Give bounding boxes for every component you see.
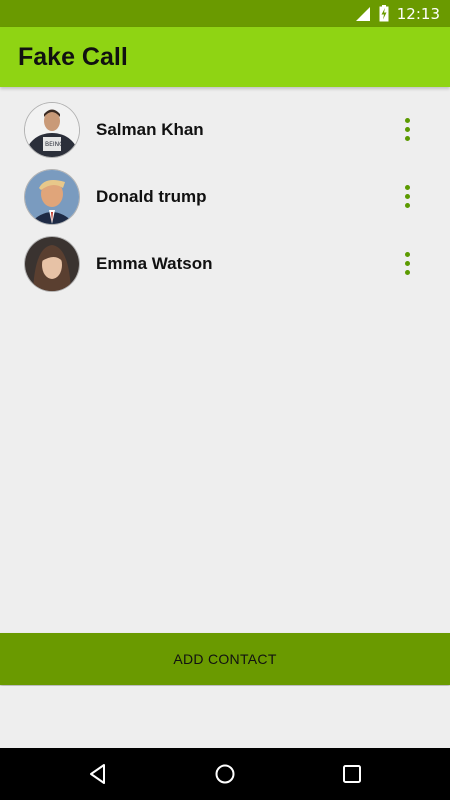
- signal-icon: [355, 6, 370, 21]
- add-contact-button[interactable]: ADD CONTACT: [0, 633, 450, 685]
- avatar: [25, 236, 79, 291]
- avatar: [25, 169, 79, 224]
- more-options-icon[interactable]: [396, 249, 418, 279]
- recents-icon[interactable]: [340, 762, 364, 786]
- add-contact-label: ADD CONTACT: [173, 651, 277, 667]
- svg-text:BEING: BEING: [45, 141, 64, 148]
- app-bar: Fake Call: [0, 27, 450, 87]
- contact-list: BEING Salman Khan Donald trump Emma Wats…: [0, 96, 450, 297]
- status-time: 12:13: [396, 4, 440, 23]
- contact-name: Emma Watson: [96, 253, 213, 273]
- more-options-icon[interactable]: [396, 182, 418, 212]
- bottom-spacer: [0, 686, 450, 748]
- home-icon[interactable]: [213, 762, 237, 786]
- status-bar: 12:13: [0, 0, 450, 27]
- battery-charging-icon: [379, 5, 389, 22]
- more-options-icon[interactable]: [396, 115, 418, 145]
- contact-row-emma-watson[interactable]: Emma Watson: [0, 230, 450, 297]
- page-title: Fake Call: [18, 42, 128, 71]
- avatar: BEING: [25, 102, 79, 157]
- navigation-bar: [0, 748, 450, 800]
- contact-name: Salman Khan: [96, 119, 204, 139]
- back-icon[interactable]: [86, 762, 110, 786]
- contact-row-salman-khan[interactable]: BEING Salman Khan: [0, 96, 450, 163]
- contact-row-donald-trump[interactable]: Donald trump: [0, 163, 450, 230]
- contact-name: Donald trump: [96, 186, 207, 206]
